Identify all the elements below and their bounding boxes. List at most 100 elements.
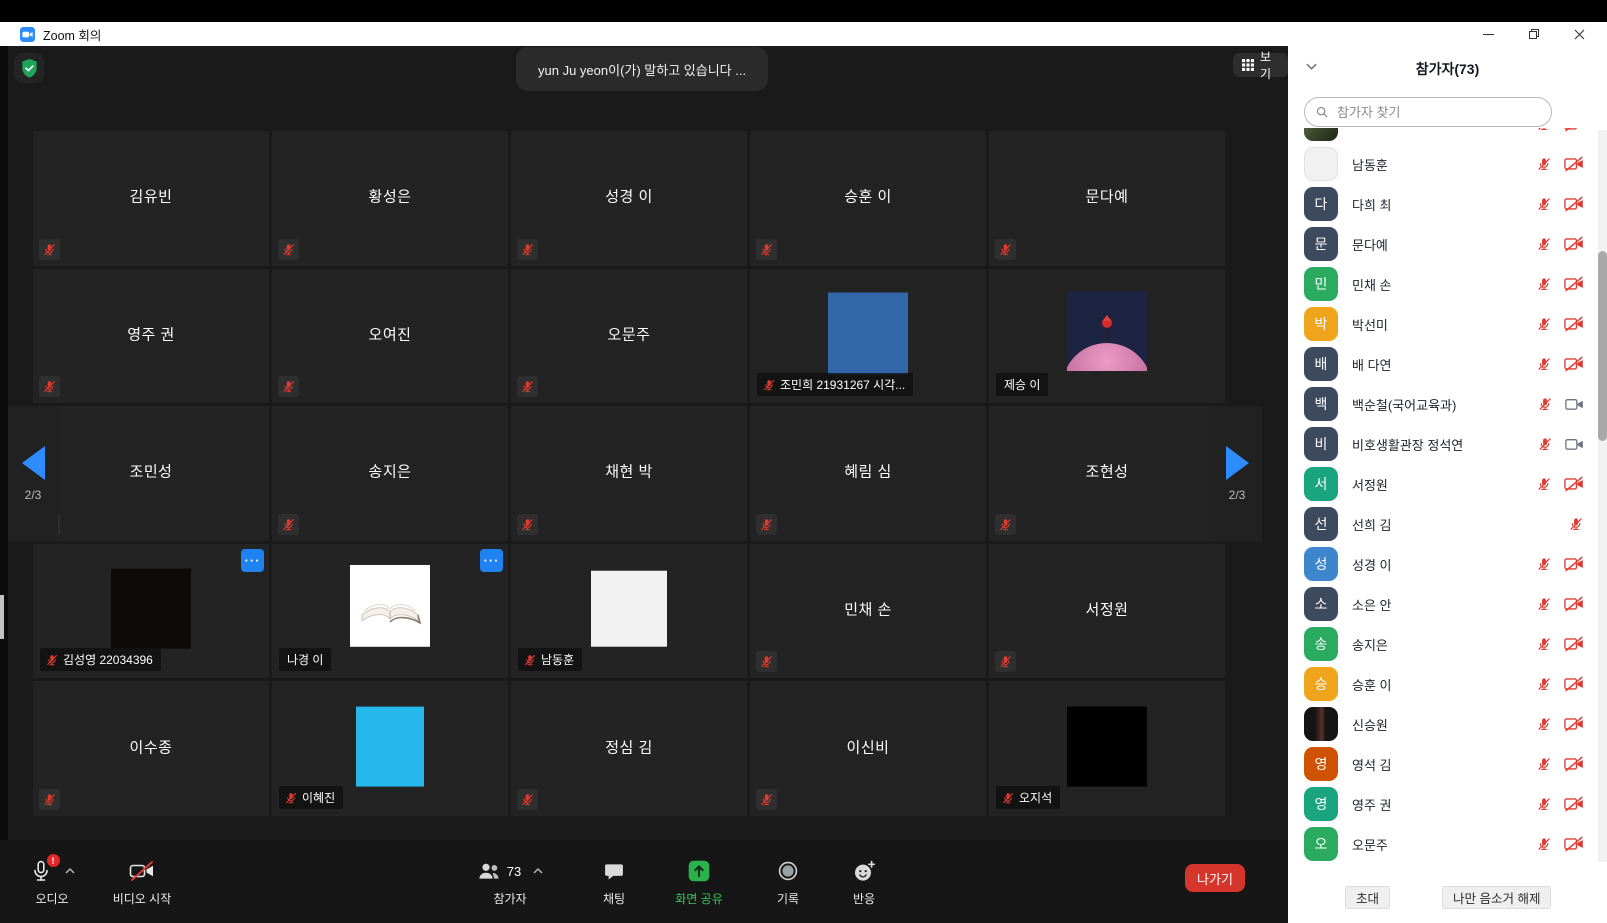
previous-page-button[interactable]: 2/3	[8, 406, 58, 542]
participant-row[interactable]: 남동훈	[1288, 144, 1607, 184]
participant-row[interactable]: 서서정원	[1288, 464, 1607, 504]
tile-participant-name: 송지은	[272, 461, 508, 482]
toolbar-share-button[interactable]: 화면 공유	[657, 857, 741, 907]
video-tile[interactable]: 황성은	[272, 131, 508, 266]
tile-participant-name: 채현 박	[511, 461, 747, 482]
participant-avatar: 성	[1304, 547, 1338, 581]
participant-row[interactable]: 선선희 김	[1288, 504, 1607, 544]
muted-mic-icon	[39, 376, 60, 397]
participant-row[interactable]: 비비호생활관장 정석연	[1288, 424, 1607, 464]
leave-meeting-button[interactable]: 나가기	[1185, 864, 1245, 892]
video-tile[interactable]: 조민성	[33, 406, 269, 541]
video-tile[interactable]: 혜림 심	[750, 406, 986, 541]
tile-name-label: 나경 이	[279, 648, 331, 671]
camera-off-icon	[1564, 236, 1584, 252]
toolbar-chat-button[interactable]: 채팅	[572, 857, 656, 907]
muted-mic-icon	[1536, 716, 1552, 732]
audio-alert-badge: !	[47, 854, 60, 867]
participant-row[interactable]: 송송지은	[1288, 624, 1607, 664]
participant-row[interactable]: 백백순철(국어교육과)	[1288, 384, 1607, 424]
participant-row[interactable]: 민민채 손	[1288, 264, 1607, 304]
participant-search-box[interactable]	[1304, 97, 1552, 127]
muted-mic-icon	[523, 653, 537, 667]
participant-row[interactable]: 신승원	[1288, 704, 1607, 744]
video-tile[interactable]: 나경 이 ···	[272, 544, 508, 679]
participant-row[interactable]: 문문다예	[1288, 224, 1607, 264]
toolbar-record-button[interactable]: 기록	[746, 857, 830, 907]
panel-scrollbar-track[interactable]	[1598, 130, 1607, 862]
minimize-button[interactable]	[1473, 23, 1503, 45]
participant-row[interactable]: 성성경 이	[1288, 544, 1607, 584]
video-tile[interactable]: 승훈 이	[750, 131, 986, 266]
security-shield-icon[interactable]	[14, 53, 44, 83]
video-tile[interactable]: 제승 이	[989, 269, 1225, 404]
video-tile[interactable]: 채현 박	[511, 406, 747, 541]
video-tile[interactable]: 성경 이	[511, 131, 747, 266]
unmute-self-button[interactable]: 나만 음소거 해제	[1442, 886, 1551, 909]
video-tile[interactable]: 정심 김	[511, 681, 747, 816]
share-label: 화면 공유	[675, 890, 723, 907]
video-tile[interactable]: 오여진	[272, 269, 508, 404]
video-tile[interactable]: 김성영 22034396···	[33, 544, 269, 679]
participant-status-icons	[1536, 276, 1584, 292]
video-tile[interactable]: 김유빈	[33, 131, 269, 266]
search-input[interactable]	[1335, 104, 1541, 121]
video-tile[interactable]: 문다예	[989, 131, 1225, 266]
audio-label: 오디오	[35, 890, 68, 907]
audio-options-caret-icon[interactable]	[64, 867, 76, 875]
video-tile[interactable]: 이신비	[750, 681, 986, 816]
video-tile[interactable]: 조민희 21931267 시각...	[750, 269, 986, 404]
tile-more-options-button[interactable]: ···	[480, 549, 503, 572]
participant-row[interactable]: 영영석 김	[1288, 744, 1607, 784]
participant-row[interactable]	[1288, 128, 1607, 144]
video-tile[interactable]: 오지석	[989, 681, 1225, 816]
toolbar-video-button[interactable]: 비디오 시작	[100, 857, 184, 907]
invite-button[interactable]: 초대	[1345, 886, 1390, 909]
video-tile[interactable]: 민채 손	[750, 544, 986, 679]
tile-label-text: 이혜진	[302, 789, 335, 806]
participant-row[interactable]: 승승훈 이	[1288, 664, 1607, 704]
toolbar-participants-button[interactable]: 73참가자	[468, 857, 552, 907]
chat-label: 채팅	[603, 890, 625, 907]
participants-options-caret-icon[interactable]	[532, 867, 544, 875]
participant-row[interactable]: 박박선미	[1288, 304, 1607, 344]
participants-icon	[476, 859, 502, 883]
muted-mic-icon	[1536, 836, 1552, 852]
tile-participant-name: 성경 이	[511, 186, 747, 207]
muted-mic-icon	[278, 514, 299, 535]
video-tile[interactable]: 송지은	[272, 406, 508, 541]
participant-row[interactable]: 오오문주	[1288, 824, 1607, 862]
video-tile[interactable]: 남동훈	[511, 544, 747, 679]
muted-mic-icon	[1001, 791, 1015, 805]
participant-avatar: 영	[1304, 787, 1338, 821]
video-tile[interactable]: 이수종	[33, 681, 269, 816]
tile-participant-name: 조현성	[989, 461, 1225, 482]
participant-status-icons	[1536, 556, 1584, 572]
view-button[interactable]: 보기	[1233, 53, 1288, 77]
panel-scrollbar-thumb[interactable]	[1598, 251, 1607, 441]
video-tile[interactable]: 이혜진	[272, 681, 508, 816]
tile-participant-name: 민채 손	[750, 598, 986, 619]
participant-row[interactable]: 다다희 최	[1288, 184, 1607, 224]
tile-participant-name: 오여진	[272, 323, 508, 344]
muted-mic-icon	[1536, 128, 1552, 132]
close-button[interactable]	[1564, 23, 1594, 45]
camera-off-icon	[1564, 316, 1584, 332]
tile-more-options-button[interactable]: ···	[241, 549, 264, 572]
video-tile[interactable]: 조현성	[989, 406, 1225, 541]
tile-participant-name: 이수종	[33, 736, 269, 757]
video-tile[interactable]: 오문주	[511, 269, 747, 404]
toolbar-audio-button[interactable]: ! 오디오	[10, 857, 94, 907]
muted-mic-icon	[284, 791, 298, 805]
participant-row[interactable]: 영영주 권	[1288, 784, 1607, 824]
participant-row[interactable]: 배배 다연	[1288, 344, 1607, 384]
participant-row[interactable]: 소소은 안	[1288, 584, 1607, 624]
video-tile[interactable]: 서정원	[989, 544, 1225, 679]
restore-button[interactable]	[1519, 23, 1549, 45]
next-page-button[interactable]: 2/3	[1212, 406, 1262, 542]
muted-mic-icon	[278, 376, 299, 397]
toolbar-reactions-button[interactable]: 반응	[822, 857, 906, 907]
left-edge-scroll-handle[interactable]	[0, 595, 4, 639]
video-tile[interactable]: 영주 권	[33, 269, 269, 404]
tile-label-text: 조민희 21931267 시각...	[780, 376, 905, 393]
